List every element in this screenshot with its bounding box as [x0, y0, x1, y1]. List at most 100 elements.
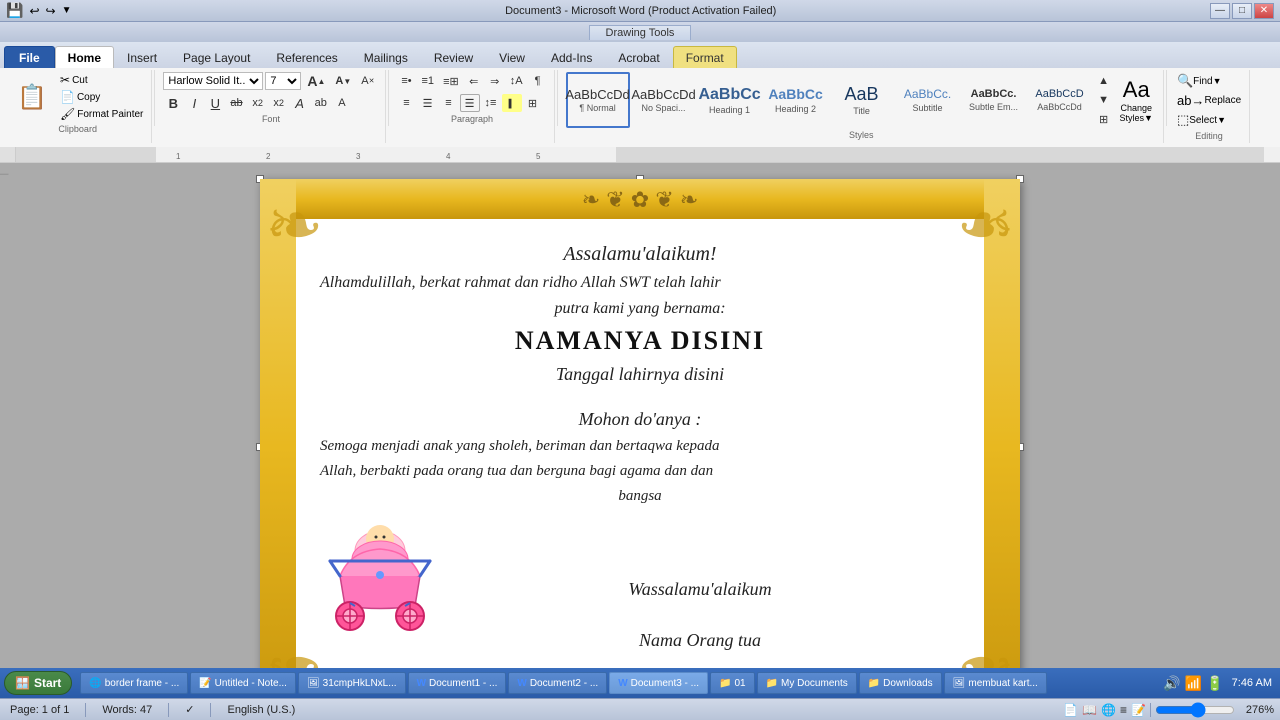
- font-color-button[interactable]: A: [332, 94, 352, 112]
- clear-format-button[interactable]: A✕: [357, 72, 378, 90]
- cut-button[interactable]: ✂ Cut: [58, 72, 145, 88]
- ribbon-toolbar: 📋 ✂ Cut 📄 Copy 🖌 Format Painter Clipboar…: [0, 68, 1280, 147]
- taskbar-item-kart[interactable]: 🖼membuat kart...: [944, 672, 1047, 694]
- quick-access-dropdown[interactable]: ▼: [62, 5, 72, 16]
- doc-line2: putra kami yang bernama:: [320, 300, 960, 318]
- tab-acrobat[interactable]: Acrobat: [605, 46, 672, 68]
- restore-button[interactable]: □: [1232, 3, 1252, 19]
- tab-view[interactable]: View: [486, 46, 538, 68]
- document-scroll[interactable]: ❧ ❦ ✿ ❦ ❧ ❧ ❦ ✿ ❦ ❧ ❦ ✿ ❦ ✿ ❦: [16, 163, 1264, 709]
- font-shrink-button[interactable]: A▼: [331, 72, 355, 90]
- find-button[interactable]: 🔍 Find▼: [1175, 72, 1243, 90]
- taskbar-item-border[interactable]: 🌐border frame - ...: [80, 672, 188, 694]
- tab-file[interactable]: File: [4, 46, 55, 68]
- sort-button[interactable]: ↕A: [506, 72, 527, 90]
- style-subtle-em[interactable]: AaBbCc. Subtle Em...: [962, 72, 1026, 128]
- taskbar-item-doc2[interactable]: WDocument2 - ...: [508, 672, 607, 694]
- increase-indent-button[interactable]: ⇒: [485, 72, 505, 90]
- bullets-button[interactable]: ≡•: [397, 72, 417, 90]
- view-full-button[interactable]: 📖: [1082, 703, 1097, 717]
- styles-expand[interactable]: ⊞: [1094, 110, 1114, 128]
- align-left-button[interactable]: ≡: [397, 94, 417, 112]
- taskbar-item-mydocs[interactable]: 📁My Documents: [757, 672, 857, 694]
- view-web-button[interactable]: 🌐: [1101, 703, 1116, 717]
- style-heading2[interactable]: AaBbCc Heading 2: [764, 72, 828, 128]
- format-painter-button[interactable]: 🖌 Format Painter: [58, 106, 145, 122]
- taskbar-item-doc1[interactable]: WDocument1 - ...: [408, 672, 507, 694]
- numbering-button[interactable]: ≡1: [418, 72, 439, 90]
- tab-format[interactable]: Format: [673, 46, 737, 68]
- text-highlight-button[interactable]: ab: [311, 94, 331, 112]
- change-styles-button[interactable]: Aa Change Styles▼: [1116, 73, 1157, 127]
- selection-handle-tc[interactable]: [636, 175, 644, 183]
- style-normal-preview: AaBbCcDd: [565, 87, 629, 103]
- center-button[interactable]: ☰: [418, 94, 438, 112]
- zoom-slider[interactable]: [1155, 704, 1235, 716]
- copy-button[interactable]: 📄 Copy: [58, 89, 145, 105]
- minimize-button[interactable]: —: [1210, 3, 1230, 19]
- select-button[interactable]: ⬚ Select▼: [1175, 111, 1243, 129]
- style-subtitle[interactable]: AaBbCc. Subtitle: [896, 72, 960, 128]
- view-draft-button[interactable]: 📝: [1131, 703, 1146, 717]
- tray-icon-2[interactable]: 📶: [1185, 675, 1202, 692]
- taskbar-item-img1[interactable]: 🖼31cmpHkLNxL...: [298, 672, 406, 694]
- tab-page-layout[interactable]: Page Layout: [170, 46, 263, 68]
- superscript-button[interactable]: x2: [269, 94, 289, 112]
- tray-icon-3[interactable]: 🔋: [1206, 675, 1223, 692]
- styles-scroll-down[interactable]: ▼: [1094, 91, 1114, 109]
- selection-handle-ml[interactable]: [256, 443, 264, 451]
- tray-icon-1[interactable]: 🔊: [1163, 675, 1180, 692]
- borders-button[interactable]: ⊞: [523, 94, 543, 112]
- tab-review[interactable]: Review: [421, 46, 486, 68]
- font-name-select[interactable]: Harlow Solid It...: [163, 72, 263, 90]
- bold-button[interactable]: B: [163, 94, 183, 112]
- font-grow-button[interactable]: A▲: [303, 72, 329, 90]
- window-controls[interactable]: — □ ✕: [1210, 3, 1274, 19]
- text-effects-button[interactable]: A: [290, 94, 310, 112]
- strikethrough-button[interactable]: ab: [226, 94, 246, 112]
- taskbar-item-notepad[interactable]: 📝Untitled - Note...: [190, 672, 296, 694]
- italic-button[interactable]: I: [184, 94, 204, 112]
- clock[interactable]: 7:46 AM: [1228, 675, 1276, 691]
- language-status[interactable]: English (U.S.): [223, 703, 299, 717]
- style-normal[interactable]: AaBbCcDd ¶ Normal: [566, 72, 630, 128]
- style-accd[interactable]: AaBbCcD AaBbCcDd: [1028, 72, 1092, 128]
- font-size-select[interactable]: 7: [265, 72, 301, 90]
- quick-access-save[interactable]: 💾: [6, 2, 23, 19]
- quick-access-redo[interactable]: ↪: [46, 4, 56, 18]
- selection-handle-mr[interactable]: [1016, 443, 1024, 451]
- multilevel-button[interactable]: ≡⊞: [439, 72, 463, 90]
- zoom-level[interactable]: 276%: [1239, 704, 1274, 716]
- left-margin-handle[interactable]: |: [0, 173, 10, 175]
- start-button[interactable]: 🪟 Start: [4, 671, 72, 695]
- show-marks-button[interactable]: ¶: [528, 72, 548, 90]
- underline-button[interactable]: U: [205, 94, 225, 112]
- tab-add-ins[interactable]: Add-Ins: [538, 46, 605, 68]
- style-nospace[interactable]: AaBbCcDd No Spaci...: [632, 72, 696, 128]
- taskbar-item-01[interactable]: 📁01: [710, 672, 755, 694]
- align-right-button[interactable]: ≡: [439, 94, 459, 112]
- tab-mailings[interactable]: Mailings: [351, 46, 421, 68]
- view-outline-button[interactable]: ≡: [1120, 703, 1127, 717]
- close-button[interactable]: ✕: [1254, 3, 1274, 19]
- tab-references[interactable]: References: [263, 46, 350, 68]
- subscript-button[interactable]: x2: [248, 94, 268, 112]
- spell-check-icon[interactable]: ✓: [181, 702, 198, 717]
- paste-button[interactable]: 📋: [10, 75, 54, 119]
- justify-button[interactable]: ☰: [460, 94, 480, 112]
- tab-home[interactable]: Home: [55, 46, 114, 68]
- view-print-button[interactable]: 📄: [1063, 703, 1078, 717]
- line-spacing-button[interactable]: ↕≡: [481, 94, 501, 112]
- tab-insert[interactable]: Insert: [114, 46, 170, 68]
- styles-scroll-up[interactable]: ▲: [1094, 72, 1114, 90]
- style-heading1[interactable]: AaBbCc Heading 1: [698, 72, 762, 128]
- taskbar-item-downloads[interactable]: 📁Downloads: [859, 672, 942, 694]
- decrease-indent-button[interactable]: ⇐: [464, 72, 484, 90]
- replace-button[interactable]: ab→ Replace: [1175, 92, 1243, 109]
- style-title[interactable]: AaB Title: [830, 72, 894, 128]
- shading-button[interactable]: ▌: [502, 94, 522, 112]
- taskbar-item-doc3[interactable]: WDocument3 - ...: [609, 672, 708, 694]
- quick-access-undo[interactable]: ↩: [29, 4, 39, 18]
- selection-handle-tr[interactable]: [1016, 175, 1024, 183]
- selection-handle-tl[interactable]: [256, 175, 264, 183]
